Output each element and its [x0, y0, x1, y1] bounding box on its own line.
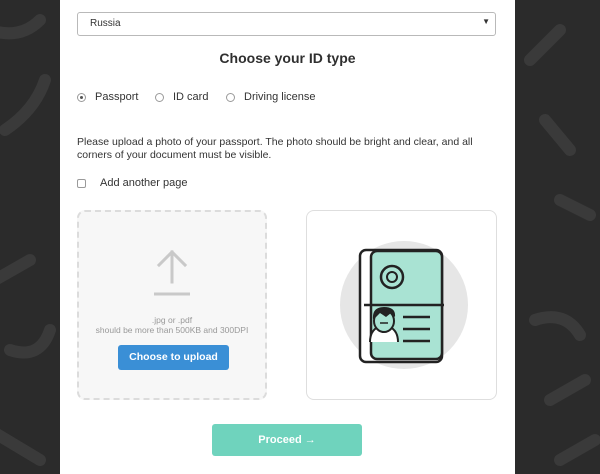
radio-option-passport[interactable]: Passport	[77, 90, 138, 104]
radio-label-driving-license: Driving license	[244, 91, 316, 103]
add-page-checkbox[interactable]	[77, 178, 86, 188]
add-page-option[interactable]: Add another page	[77, 176, 187, 190]
id-type-radio-group: Passport ID card Driving license	[77, 90, 497, 104]
country-select[interactable]: Russia ▼	[77, 12, 496, 36]
passport-example-panel	[306, 210, 497, 400]
add-page-label: Add another page	[100, 177, 188, 189]
upload-dropzone[interactable]: .jpg or .pdf should be more than 500KB a…	[77, 210, 267, 400]
radio-option-driving-license[interactable]: Driving license	[226, 90, 316, 104]
chevron-down-icon: ▼	[482, 17, 490, 26]
proceed-button[interactable]: Proceed →	[212, 424, 362, 456]
radio-button-passport[interactable]	[77, 92, 86, 102]
radio-button-id-card[interactable]	[155, 92, 164, 102]
file-types-text: .jpg or .pdf	[151, 315, 193, 325]
file-size-text: should be more than 500KB and 300DPI	[95, 325, 249, 335]
upload-instructions: Please upload a photo of your passport. …	[77, 136, 473, 161]
file-requirements: .jpg or .pdf should be more than 500KB a…	[79, 315, 265, 335]
id-type-title: Choose your ID type	[219, 50, 356, 66]
choose-to-upload-button[interactable]: Choose to upload	[118, 345, 229, 370]
upload-arrow-icon	[154, 249, 190, 296]
passport-illustration-icon	[340, 241, 468, 369]
country-select-value: Russia	[90, 18, 121, 29]
verification-card: Russia ▼ Choose your ID type Passport ID…	[60, 0, 515, 474]
radio-option-id-card[interactable]: ID card	[155, 90, 208, 104]
radio-label-id-card: ID card	[173, 91, 209, 103]
radio-button-driving-license[interactable]	[226, 92, 235, 102]
radio-label-passport: Passport	[95, 91, 139, 103]
